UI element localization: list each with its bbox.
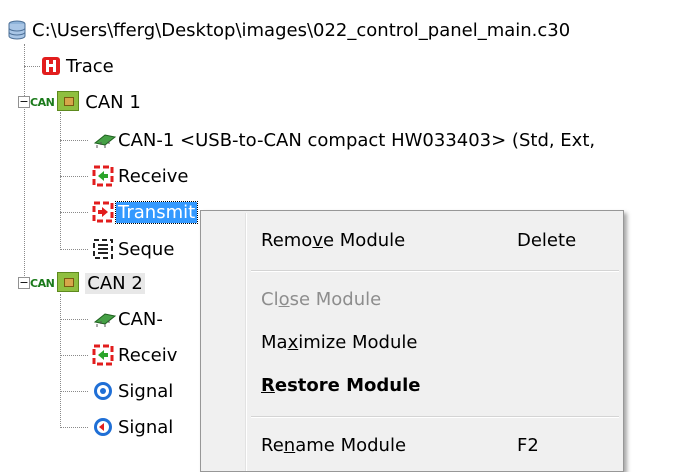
can1-sequence-label: Seque: [118, 238, 175, 260]
signal-icon: [92, 416, 114, 438]
tree-line: [24, 44, 25, 284]
transmit-icon: [92, 201, 114, 223]
rename-module-label: Rename Module: [261, 434, 407, 456]
remove-module-shortcut: Delete: [517, 229, 577, 251]
can-board-icon: [57, 91, 80, 113]
database-icon: [6, 19, 28, 41]
rename-module-shortcut: F2: [517, 434, 539, 456]
menu-item-restore-module[interactable]: Restore Module: [201, 367, 623, 403]
context-menu: Remove Module Delete Close Module Maximi…: [200, 210, 624, 472]
tree-item-can2[interactable]: CAN CAN 2: [30, 267, 145, 299]
trace-icon: [40, 55, 62, 77]
can2-tag: CAN: [30, 276, 55, 290]
tree-line: [60, 391, 88, 392]
can2-signal-1-label: Signal: [118, 380, 174, 402]
maximize-module-label: Maximize Module: [261, 331, 418, 353]
tree-line: [60, 112, 61, 250]
receive-icon: [92, 344, 114, 366]
can2-signal-2-label: Signal: [118, 416, 174, 438]
tree-item-trace[interactable]: Trace: [40, 50, 114, 82]
collapse-can2-icon[interactable]: −: [18, 277, 30, 289]
tree-item-can1-transmit[interactable]: Transmit: [92, 196, 199, 228]
can2-device-label: CAN-: [118, 308, 163, 330]
chip-icon: [92, 308, 117, 330]
tree-item-can2-signal-1[interactable]: Signal: [92, 375, 173, 407]
menu-item-maximize-module[interactable]: Maximize Module: [201, 324, 623, 360]
tree-line: [60, 355, 88, 356]
can1-receive-label: Receive: [118, 165, 189, 187]
tree-line: [60, 176, 88, 177]
menu-item-remove-module[interactable]: Remove Module Delete: [201, 222, 623, 258]
tree-item-can2-device[interactable]: CAN-: [92, 303, 163, 335]
menu-item-rename-module[interactable]: Rename Module F2: [201, 427, 623, 463]
tree-line: [60, 212, 88, 213]
can1-device-label: CAN-1 <USB-to-CAN compact HW033403> (Std…: [118, 129, 596, 151]
tree-line: [60, 294, 61, 428]
receive-icon: [92, 165, 114, 187]
close-module-label: Close Module: [261, 288, 382, 310]
signal-icon: [92, 380, 114, 402]
tree-line: [60, 249, 88, 250]
collapse-can1-icon[interactable]: −: [18, 96, 30, 108]
can-board-icon: [57, 272, 80, 294]
can1-tag: CAN: [30, 95, 55, 109]
restore-module-label: Restore Module: [261, 374, 421, 396]
root-path-label: C:\Users\fferg\Desktop\images\022_contro…: [32, 19, 571, 41]
menu-separator: [251, 416, 619, 418]
tree-item-can2-signal-2[interactable]: Signal: [92, 411, 173, 443]
can1-transmit-label: Transmit: [114, 200, 199, 224]
can2-label: CAN 2: [85, 272, 145, 294]
can2-receive-label: Receiv: [118, 344, 178, 366]
tree-item-can1-sequence[interactable]: Seque: [92, 233, 174, 265]
tree-item-can1-device[interactable]: CAN-1 <USB-to-CAN compact HW033403> (Std…: [92, 124, 595, 156]
sequence-icon: [92, 238, 114, 260]
tree-item-can2-receive[interactable]: Receiv: [92, 339, 177, 371]
tree-line: [60, 319, 88, 320]
menu-separator: [251, 270, 619, 272]
tree-line: [60, 140, 88, 141]
can1-label: CAN 1: [85, 91, 141, 113]
tree-item-can1[interactable]: CAN CAN 1: [30, 86, 141, 118]
remove-module-label: Remove Module: [261, 229, 406, 251]
tree-item-can1-receive[interactable]: Receive: [92, 160, 188, 192]
menu-item-close-module[interactable]: Close Module: [201, 281, 623, 317]
tree-root[interactable]: C:\Users\fferg\Desktop\images\022_contro…: [6, 14, 570, 46]
tree-line: [60, 427, 88, 428]
chip-icon: [92, 129, 117, 151]
trace-label: Trace: [66, 55, 114, 77]
tree-line: [24, 66, 40, 67]
